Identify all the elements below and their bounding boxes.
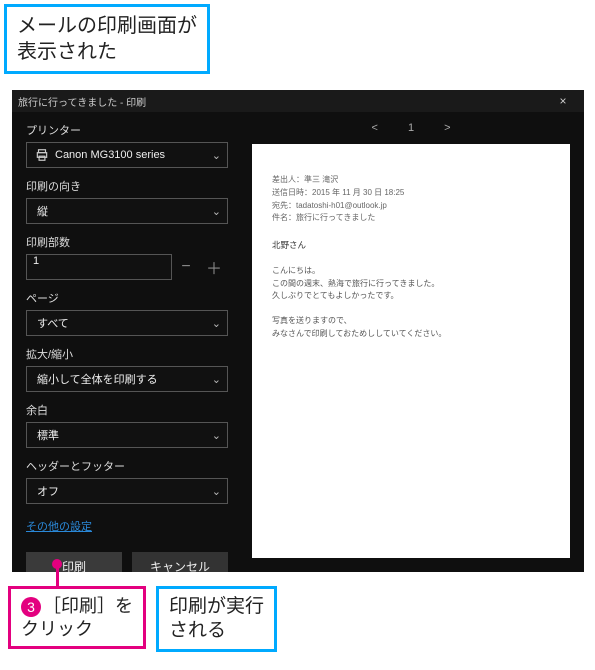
headerfooter-label: ヘッダーとフッター <box>26 458 228 474</box>
close-icon[interactable]: × <box>548 94 578 108</box>
chevron-down-icon: ⌄ <box>212 373 221 386</box>
preview-body4: 写真を送りますので、 <box>272 315 550 328</box>
print-dialog: 旅行に行ってきました - 印刷 × プリンター Canon MG3100 ser… <box>12 90 584 572</box>
more-settings-link[interactable]: その他の設定 <box>26 518 92 534</box>
preview-body2: この間の週末、熱海で旅行に行ってきました。 <box>272 278 550 291</box>
scale-label: 拡大/縮小 <box>26 346 228 362</box>
callout-top: メールの印刷画面が 表示された <box>4 4 210 74</box>
next-page-button[interactable]: > <box>444 122 450 134</box>
scale-select[interactable]: 縮小して全体を印刷する ⌄ <box>26 366 228 392</box>
callout-pointer-line <box>56 564 59 588</box>
margin-select[interactable]: 標準 ⌄ <box>26 422 228 448</box>
orientation-label: 印刷の向き <box>26 178 228 194</box>
preview-body5: みなさんで印刷しておためししていてください。 <box>272 328 550 341</box>
titlebar: 旅行に行ってきました - 印刷 × <box>12 90 584 112</box>
margin-value: 標準 <box>33 427 212 443</box>
scale-value: 縮小して全体を印刷する <box>33 371 212 387</box>
copies-label: 印刷部数 <box>26 234 228 250</box>
callout-result-line1: 印刷が実行 <box>169 595 264 619</box>
callout-step-text2: クリック <box>21 618 133 641</box>
callout-step-text1: ［印刷］を <box>43 596 133 616</box>
chevron-down-icon: ⌄ <box>212 205 221 218</box>
step-number-badge: 3 <box>21 597 41 617</box>
chevron-down-icon: ⌄ <box>212 429 221 442</box>
page-number: 1 <box>408 122 414 134</box>
copies-plus-button[interactable]: ＋ <box>200 254 228 280</box>
chevron-down-icon: ⌄ <box>212 149 221 162</box>
copies-input[interactable]: 1 <box>26 254 172 280</box>
prev-page-button[interactable]: < <box>372 122 378 134</box>
window-title: 旅行に行ってきました - 印刷 <box>18 94 548 109</box>
preview-greeting: 北野さん <box>272 239 550 253</box>
preview-body1: こんにちは。 <box>272 265 550 278</box>
orientation-value: 縦 <box>33 203 212 219</box>
preview-panel: < 1 > 差出人：準三 滝沢 送信日時：2015 年 11 月 30 日 18… <box>242 112 584 572</box>
headerfooter-select[interactable]: オフ ⌄ <box>26 478 228 504</box>
callout-step3: 3［印刷］を クリック <box>8 586 146 649</box>
preview-subject: 件名：旅行に行ってきました <box>272 212 550 225</box>
margin-label: 余白 <box>26 402 228 418</box>
callout-result: 印刷が実行 される <box>156 586 277 652</box>
cancel-button[interactable]: キャンセル <box>132 552 228 572</box>
chevron-down-icon: ⌄ <box>212 317 221 330</box>
pages-select[interactable]: すべて ⌄ <box>26 310 228 336</box>
settings-panel: プリンター Canon MG3100 series ⌄ 印刷の向き 縦 ⌄ 印刷… <box>12 112 242 572</box>
preview-body3: 久しぶりでとてもよしかったです。 <box>272 290 550 303</box>
callout-result-line2: される <box>169 619 264 643</box>
printer-label: プリンター <box>26 122 228 138</box>
preview-to: 宛先：tadatoshi-h01@outlook.jp <box>272 200 550 213</box>
preview-page: 差出人：準三 滝沢 送信日時：2015 年 11 月 30 日 18:25 宛先… <box>252 144 570 558</box>
callout-top-line2: 表示された <box>17 39 197 65</box>
preview-date: 送信日時：2015 年 11 月 30 日 18:25 <box>272 187 550 200</box>
dialog-body: プリンター Canon MG3100 series ⌄ 印刷の向き 縦 ⌄ 印刷… <box>12 112 584 572</box>
printer-value: Canon MG3100 series <box>51 149 212 161</box>
preview-from: 差出人：準三 滝沢 <box>272 174 550 187</box>
copies-minus-button[interactable]: − <box>172 254 200 280</box>
orientation-select[interactable]: 縦 ⌄ <box>26 198 228 224</box>
callout-top-line1: メールの印刷画面が <box>17 13 197 39</box>
pages-value: すべて <box>33 315 212 331</box>
chevron-down-icon: ⌄ <box>212 485 221 498</box>
print-button[interactable]: 印刷 <box>26 552 122 572</box>
preview-nav: < 1 > <box>252 118 570 138</box>
pages-label: ページ <box>26 290 228 306</box>
headerfooter-value: オフ <box>33 483 212 499</box>
printer-select[interactable]: Canon MG3100 series ⌄ <box>26 142 228 168</box>
printer-icon <box>33 148 51 162</box>
